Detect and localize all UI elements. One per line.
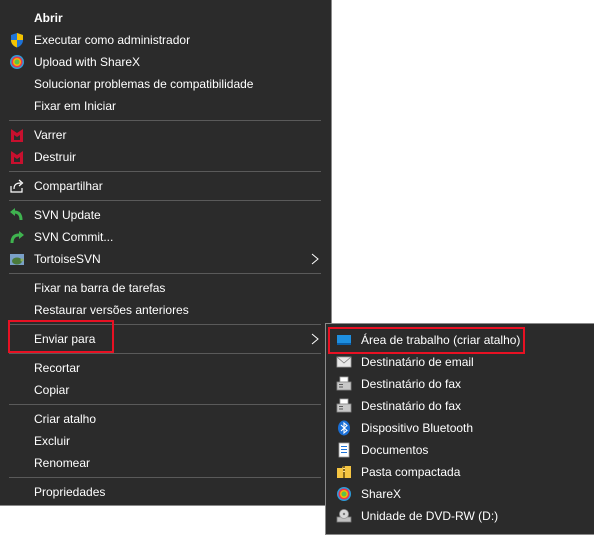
submenu-item-sharex[interactable]: ShareX bbox=[326, 483, 594, 505]
menu-item-svn-commit[interactable]: SVN Commit... bbox=[0, 226, 331, 248]
submenu-item-label: Destinatário do fax bbox=[361, 399, 462, 413]
menu-item-label: Renomear bbox=[34, 456, 91, 470]
submenu-item-label: Destinatário de email bbox=[361, 355, 474, 369]
menu-item-label: Abrir bbox=[34, 11, 63, 25]
fax-icon bbox=[336, 376, 352, 391]
documents-icon bbox=[338, 442, 350, 458]
submenu-item-dvd-drive[interactable]: Unidade de DVD-RW (D:) bbox=[326, 505, 594, 527]
menu-separator bbox=[9, 171, 321, 172]
tortoisesvn-icon bbox=[10, 254, 24, 265]
submenu-item-documents[interactable]: Documentos bbox=[326, 439, 594, 461]
sharex-icon bbox=[10, 55, 24, 69]
highlight-box-send-to bbox=[8, 320, 114, 353]
mcafee-icon bbox=[11, 129, 23, 142]
chevron-right-icon bbox=[311, 333, 319, 345]
menu-separator bbox=[9, 477, 321, 478]
menu-item-label: SVN Update bbox=[34, 208, 101, 222]
highlight-box-desktop bbox=[328, 327, 525, 354]
menu-separator bbox=[9, 120, 321, 121]
menu-item-upload-sharex[interactable]: Upload with ShareX bbox=[0, 51, 331, 73]
menu-separator bbox=[9, 273, 321, 274]
menu-item-excluir[interactable]: Excluir bbox=[0, 430, 331, 452]
menu-item-tortoisesvn[interactable]: TortoiseSVN bbox=[0, 248, 331, 270]
menu-item-compartilhar[interactable]: Compartilhar bbox=[0, 175, 331, 197]
menu-item-label: Upload with ShareX bbox=[34, 55, 141, 69]
submenu-item-label: Documentos bbox=[361, 443, 429, 457]
menu-separator bbox=[9, 353, 321, 354]
sharex-icon bbox=[337, 487, 351, 501]
menu-item-label: Propriedades bbox=[34, 485, 106, 499]
menu-item-label: Recortar bbox=[34, 361, 81, 375]
bluetooth-icon bbox=[338, 420, 350, 436]
menu-item-destruir[interactable]: Destruir bbox=[0, 146, 331, 168]
submenu-item-label: Unidade de DVD-RW (D:) bbox=[361, 509, 499, 523]
mcafee-icon bbox=[11, 151, 23, 164]
menu-item-recortar[interactable]: Recortar bbox=[0, 357, 331, 379]
menu-item-label: Fixar em Iniciar bbox=[34, 99, 117, 113]
menu-item-copiar[interactable]: Copiar bbox=[0, 379, 331, 401]
svn-update-icon bbox=[10, 208, 23, 221]
submenu-item-fax-1[interactable]: Destinatário do fax bbox=[326, 373, 594, 395]
context-menu: Abrir Executar como administrador Upload… bbox=[0, 0, 332, 506]
menu-item-label: Compartilhar bbox=[34, 179, 103, 193]
dvd-drive-icon bbox=[336, 509, 352, 523]
menu-item-renomear[interactable]: Renomear bbox=[0, 452, 331, 474]
menu-item-label: Excluir bbox=[34, 434, 71, 448]
submenu-item-email[interactable]: Destinatário de email bbox=[326, 351, 594, 373]
submenu-item-label: ShareX bbox=[361, 487, 402, 501]
menu-item-criar-atalho[interactable]: Criar atalho bbox=[0, 408, 331, 430]
menu-item-label: Fixar na barra de tarefas bbox=[34, 281, 166, 295]
menu-item-propriedades[interactable]: Propriedades bbox=[0, 481, 331, 503]
menu-item-run-as-admin[interactable]: Executar como administrador bbox=[0, 29, 331, 51]
mail-icon bbox=[336, 356, 352, 368]
svn-commit-icon bbox=[10, 231, 24, 244]
submenu-item-fax-2[interactable]: Destinatário do fax bbox=[326, 395, 594, 417]
menu-item-label: Executar como administrador bbox=[34, 33, 191, 47]
zip-folder-icon bbox=[337, 466, 351, 478]
menu-item-label: Criar atalho bbox=[34, 412, 97, 426]
chevron-right-icon bbox=[311, 253, 319, 265]
menu-item-restore-versions[interactable]: Restaurar versões anteriores bbox=[0, 299, 331, 321]
submenu-item-label: Pasta compactada bbox=[361, 465, 461, 479]
send-to-submenu: Área de trabalho (criar atalho) Destinat… bbox=[325, 323, 594, 535]
share-icon bbox=[10, 179, 24, 193]
submenu-item-zip-folder[interactable]: Pasta compactada bbox=[326, 461, 594, 483]
menu-item-svn-update[interactable]: SVN Update bbox=[0, 204, 331, 226]
menu-separator bbox=[9, 404, 321, 405]
menu-separator bbox=[9, 200, 321, 201]
submenu-item-label: Destinatário do fax bbox=[361, 377, 462, 391]
menu-item-compat-troubleshoot[interactable]: Solucionar problemas de compatibilidade bbox=[0, 73, 331, 95]
menu-item-label: Destruir bbox=[34, 150, 77, 164]
menu-item-label: Copiar bbox=[34, 383, 70, 397]
submenu-item-bluetooth[interactable]: Dispositivo Bluetooth bbox=[326, 417, 594, 439]
submenu-item-label: Dispositivo Bluetooth bbox=[361, 421, 474, 435]
menu-item-abrir[interactable]: Abrir bbox=[0, 7, 331, 29]
menu-item-label: SVN Commit... bbox=[34, 230, 114, 244]
menu-item-varrer[interactable]: Varrer bbox=[0, 124, 331, 146]
menu-item-label: Varrer bbox=[34, 128, 67, 142]
menu-item-pin-taskbar[interactable]: Fixar na barra de tarefas bbox=[0, 277, 331, 299]
menu-item-pin-start[interactable]: Fixar em Iniciar bbox=[0, 95, 331, 117]
menu-item-label: Restaurar versões anteriores bbox=[34, 303, 189, 317]
fax-icon bbox=[336, 398, 352, 413]
uac-shield-icon bbox=[11, 33, 23, 48]
menu-item-label: Solucionar problemas de compatibilidade bbox=[34, 77, 254, 91]
menu-item-label: TortoiseSVN bbox=[34, 252, 101, 266]
